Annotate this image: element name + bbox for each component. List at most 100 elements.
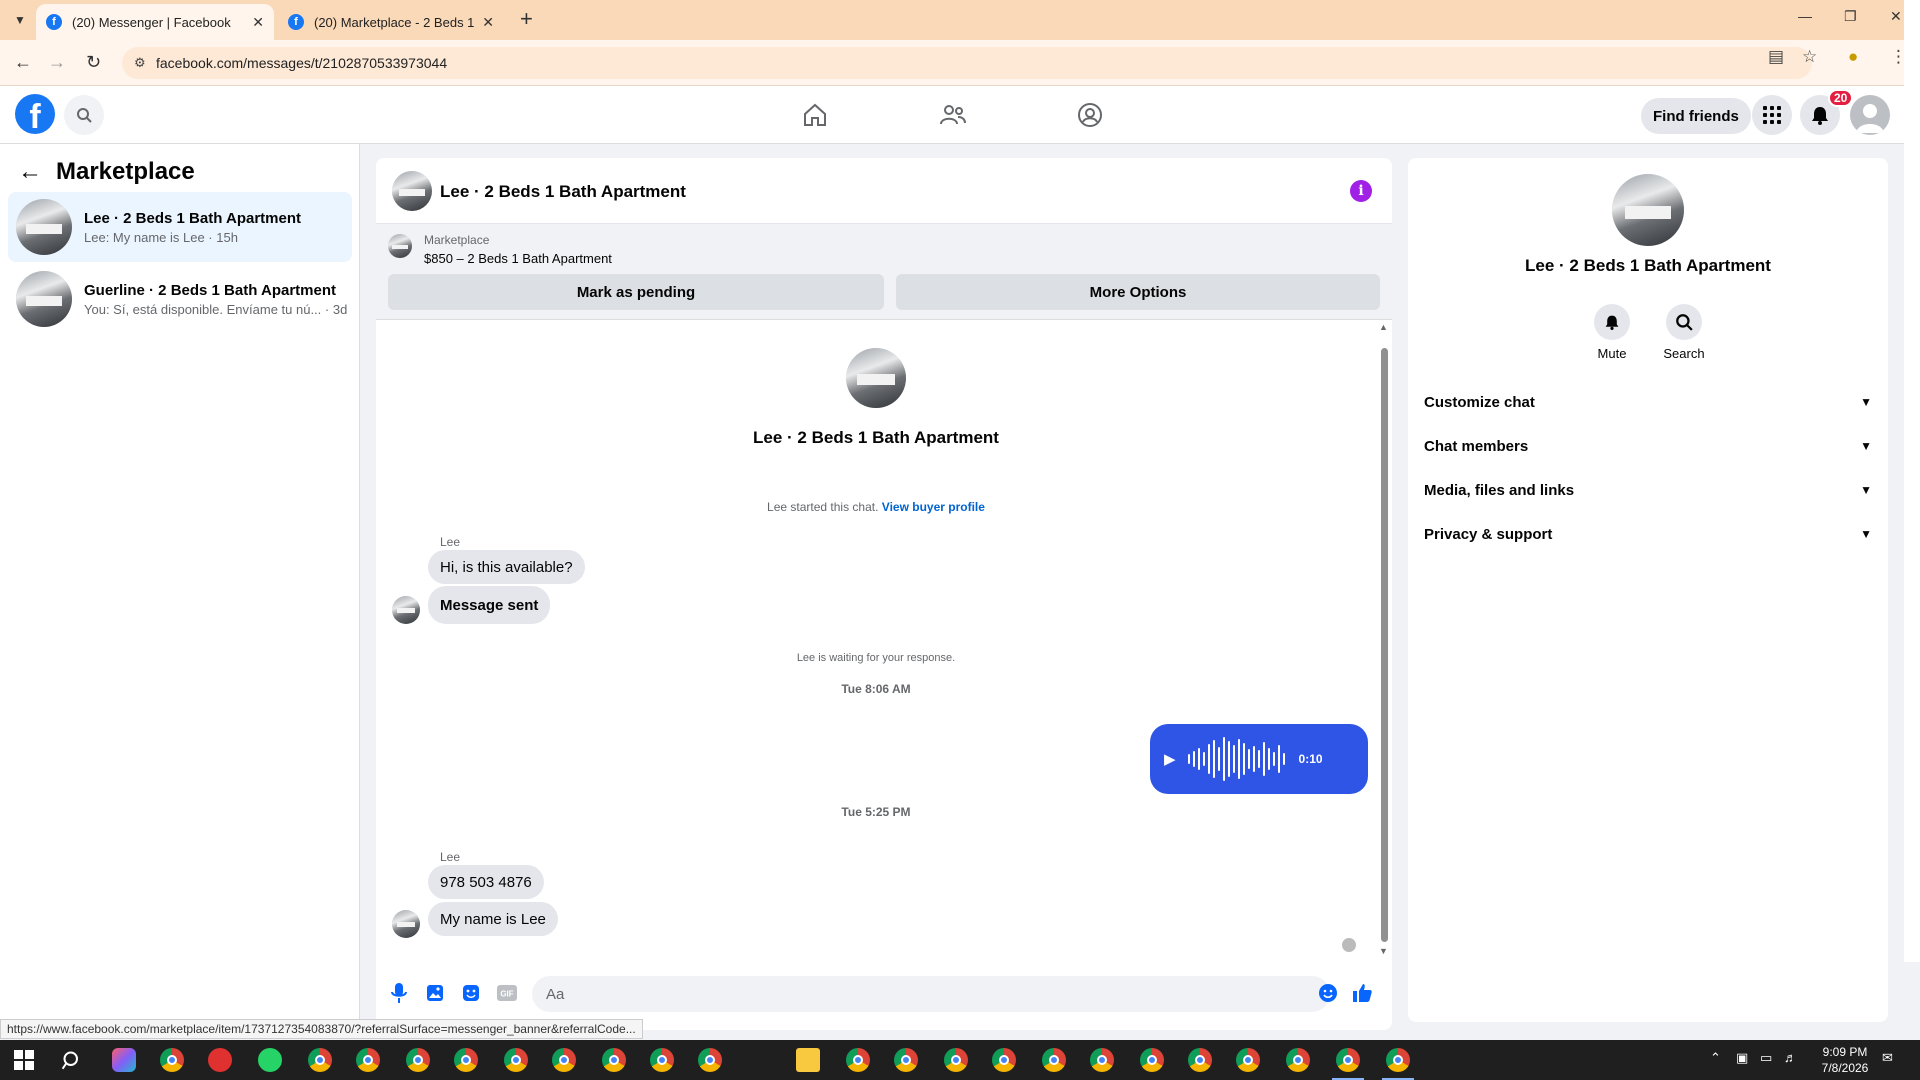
message-bubble[interactable]: Hi, is this available? bbox=[428, 550, 585, 584]
sticker-icon[interactable] bbox=[460, 982, 482, 1004]
tab-close-icon[interactable]: ✕ bbox=[482, 14, 494, 31]
details-avatar[interactable] bbox=[1612, 174, 1684, 246]
chat-title[interactable]: Lee · 2 Beds 1 Bath Apartment bbox=[440, 182, 686, 202]
message-scrollbar[interactable]: ▲ ▼ bbox=[1377, 320, 1391, 960]
microphone-icon[interactable] bbox=[388, 982, 410, 1004]
chrome-profile-icon[interactable] bbox=[650, 1048, 674, 1072]
chrome-active-icon[interactable] bbox=[1382, 1048, 1414, 1080]
photo-icon[interactable] bbox=[424, 982, 446, 1004]
chrome-profile-icon[interactable] bbox=[1042, 1048, 1066, 1072]
emoji-icon[interactable] bbox=[1317, 982, 1339, 1004]
windows-start-icon[interactable] bbox=[14, 1050, 34, 1075]
chat-avatar[interactable] bbox=[392, 171, 432, 211]
customize-chat-section[interactable]: Customize chat ▼ bbox=[1424, 380, 1872, 424]
browser-tab-marketplace[interactable]: f (20) Marketplace - 2 Beds 1 Bath ✕ bbox=[278, 4, 504, 40]
message-bubble[interactable]: 978 503 4876 bbox=[428, 865, 544, 899]
close-window-icon[interactable]: ✕ bbox=[1890, 8, 1902, 25]
conversation-name: Guerline · 2 Beds 1 Bath Apartment bbox=[84, 281, 336, 299]
back-arrow-icon[interactable]: ← bbox=[18, 158, 42, 186]
page-scrollbar[interactable] bbox=[1904, 0, 1920, 962]
meet-now-icon[interactable]: ▣ bbox=[1736, 1050, 1748, 1066]
tab-close-icon[interactable]: ✕ bbox=[252, 14, 264, 31]
scrollbar-thumb[interactable] bbox=[1381, 348, 1388, 942]
file-explorer-icon[interactable] bbox=[796, 1048, 820, 1072]
site-info-icon[interactable]: ⚙ bbox=[134, 55, 146, 71]
chrome-profile-icon[interactable] bbox=[992, 1048, 1016, 1072]
volume-icon[interactable]: ♬ bbox=[1784, 1050, 1797, 1065]
mute-button[interactable]: Mute bbox=[1582, 304, 1642, 361]
play-icon[interactable]: ▶ bbox=[1164, 750, 1176, 768]
tab-search-dropdown-icon[interactable]: ▼ bbox=[8, 8, 32, 32]
conversation-item-guerline[interactable]: Guerline · 2 Beds 1 Bath Apartment You: … bbox=[8, 264, 352, 334]
facebook-favicon-icon: f bbox=[46, 14, 62, 30]
gif-icon[interactable]: GIF bbox=[496, 982, 518, 1004]
scroll-down-icon[interactable]: ▼ bbox=[1379, 946, 1388, 956]
mark-as-pending-button[interactable]: Mark as pending bbox=[388, 274, 884, 310]
network-icon[interactable]: ▭ bbox=[1760, 1050, 1772, 1066]
profile-nav-icon[interactable] bbox=[1075, 100, 1105, 130]
address-url: facebook.com/messages/t/2102870533973044 bbox=[156, 55, 448, 71]
system-clock[interactable]: 9:09 PM 7/8/2026 bbox=[1810, 1044, 1880, 1076]
tray-chevron-icon[interactable]: ⌃ bbox=[1710, 1050, 1721, 1066]
chrome-profile-icon[interactable] bbox=[602, 1048, 626, 1072]
facebook-logo[interactable]: f bbox=[15, 94, 55, 134]
chrome-profile-icon[interactable] bbox=[1286, 1048, 1310, 1072]
profile-icon[interactable]: ● bbox=[1848, 47, 1858, 67]
search-icon[interactable] bbox=[61, 1050, 82, 1075]
scroll-up-icon[interactable]: ▲ bbox=[1379, 322, 1388, 332]
privacy-support-section[interactable]: Privacy & support ▼ bbox=[1424, 512, 1872, 556]
whatsapp-icon[interactable] bbox=[258, 1048, 282, 1072]
more-options-button[interactable]: More Options bbox=[896, 274, 1380, 310]
chrome-profile-icon[interactable] bbox=[944, 1048, 968, 1072]
find-friends-button[interactable]: Find friends bbox=[1641, 98, 1751, 134]
chrome-profile-icon[interactable] bbox=[406, 1048, 430, 1072]
chrome-profile-icon[interactable] bbox=[356, 1048, 380, 1072]
install-app-icon[interactable]: ▤ bbox=[1768, 47, 1784, 67]
new-tab-button[interactable]: + bbox=[520, 8, 533, 30]
chat-members-section[interactable]: Chat members ▼ bbox=[1424, 424, 1872, 468]
chrome-icon[interactable] bbox=[160, 1048, 184, 1072]
browser-tab-messenger[interactable]: f (20) Messenger | Facebook ✕ bbox=[36, 4, 274, 40]
info-icon[interactable]: i bbox=[1350, 180, 1372, 202]
reload-icon[interactable]: ↻ bbox=[86, 52, 101, 73]
chrome-profile-icon[interactable] bbox=[1188, 1048, 1212, 1072]
chrome-profile-icon[interactable] bbox=[1236, 1048, 1260, 1072]
chrome-profile-icon[interactable] bbox=[308, 1048, 332, 1072]
address-bar[interactable]: ⚙ facebook.com/messages/t/21028705339730… bbox=[122, 47, 1812, 79]
bookmark-star-icon[interactable]: ☆ bbox=[1802, 47, 1817, 67]
chrome-profile-icon[interactable] bbox=[698, 1048, 722, 1072]
message-bubble[interactable]: Message sent bbox=[428, 586, 551, 624]
search-chat-button[interactable]: Search bbox=[1654, 304, 1714, 361]
chrome-profile-icon[interactable] bbox=[552, 1048, 576, 1072]
app-icon[interactable] bbox=[208, 1048, 232, 1072]
menu-grid-button[interactable] bbox=[1752, 95, 1792, 135]
chrome-active-icon[interactable] bbox=[1332, 1048, 1364, 1080]
view-buyer-profile-link[interactable]: View buyer profile bbox=[882, 500, 985, 514]
conversation-item-lee[interactable]: Lee · 2 Beds 1 Bath Apartment Lee: My na… bbox=[8, 192, 352, 262]
chrome-profile-icon[interactable] bbox=[1140, 1048, 1164, 1072]
minimize-icon[interactable]: — bbox=[1798, 8, 1812, 24]
like-thumbs-up-icon[interactable] bbox=[1351, 982, 1373, 1004]
forward-icon[interactable]: → bbox=[48, 52, 66, 73]
media-files-links-section[interactable]: Media, files and links ▼ bbox=[1424, 468, 1872, 512]
account-avatar[interactable] bbox=[1850, 95, 1890, 135]
back-icon[interactable]: ← bbox=[14, 52, 32, 73]
voice-message[interactable]: ▶ 0:10 bbox=[1150, 724, 1368, 794]
sender-avatar[interactable] bbox=[392, 910, 420, 938]
chrome-profile-icon[interactable] bbox=[504, 1048, 528, 1072]
message-input[interactable]: Aa bbox=[532, 976, 1330, 1012]
message-bubble[interactable]: My name is Lee bbox=[428, 902, 558, 936]
listing-link[interactable]: $850 – 2 Beds 1 Bath Apartment bbox=[424, 251, 612, 266]
sender-avatar[interactable] bbox=[392, 596, 420, 624]
friends-nav-icon[interactable] bbox=[938, 100, 968, 130]
copilot-icon[interactable] bbox=[112, 1048, 136, 1072]
restore-icon[interactable]: ❐ bbox=[1844, 8, 1857, 25]
chrome-profile-icon[interactable] bbox=[1090, 1048, 1114, 1072]
home-nav-icon[interactable] bbox=[800, 100, 830, 130]
chrome-profile-icon[interactable] bbox=[454, 1048, 478, 1072]
notification-center-icon[interactable]: ✉ bbox=[1882, 1050, 1893, 1066]
waveform-bar bbox=[1262, 742, 1265, 776]
chrome-profile-icon[interactable] bbox=[846, 1048, 870, 1072]
chrome-profile-icon[interactable] bbox=[894, 1048, 918, 1072]
facebook-search-button[interactable] bbox=[64, 95, 104, 135]
